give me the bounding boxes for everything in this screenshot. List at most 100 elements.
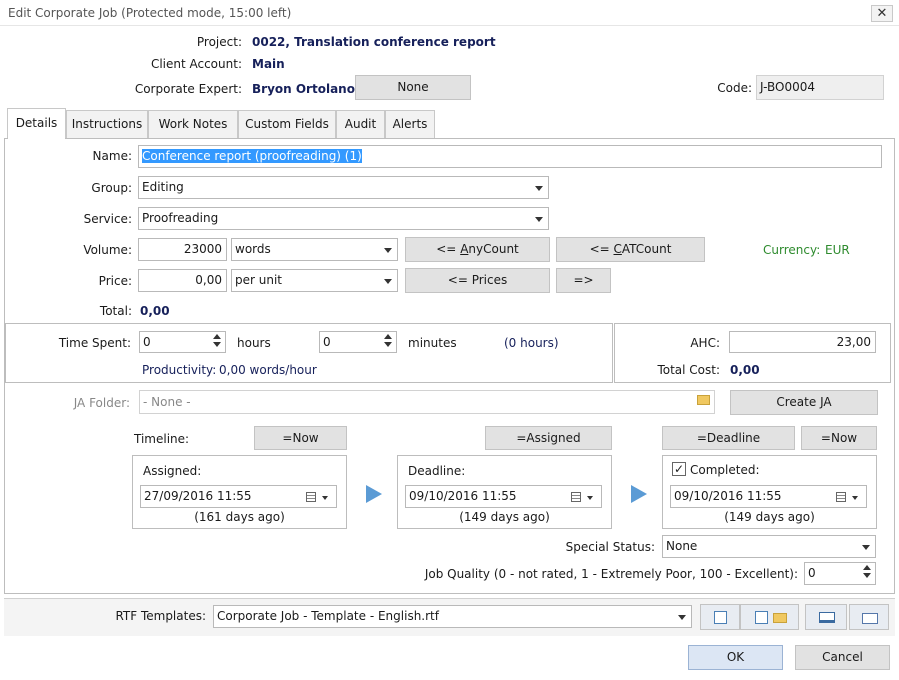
special-status-select[interactable]: None: [662, 535, 876, 558]
add-template-button[interactable]: [740, 604, 799, 630]
job-quality-label: Job Quality (0 - not rated, 1 - Extremel…: [424, 567, 798, 581]
assigned-date-picker[interactable]: 27/09/2016 11:55: [140, 485, 337, 508]
time-spent-label: Time Spent:: [58, 336, 131, 350]
rtf-template-value: Corporate Job - Template - English.rtf: [217, 609, 439, 623]
chevron-down-icon: [535, 185, 543, 191]
group-select[interactable]: Editing: [138, 176, 549, 199]
completed-now-button[interactable]: =Now: [801, 426, 877, 450]
folder-icon[interactable]: [697, 395, 710, 405]
name-input-value: Conference report (proofreading) (1): [142, 149, 362, 163]
chevron-down-icon: [678, 614, 686, 620]
tab-work-notes[interactable]: Work Notes: [148, 110, 238, 138]
open-template-button[interactable]: [700, 604, 740, 630]
price-input[interactable]: 0,00: [138, 269, 227, 292]
special-status-value: None: [666, 539, 698, 553]
currency-value: EUR: [825, 243, 850, 257]
create-ja-button[interactable]: Create JA: [730, 390, 878, 415]
tab-custom-fields[interactable]: Custom Fields: [238, 110, 336, 138]
completed-date-picker[interactable]: 09/10/2016 11:55: [670, 485, 867, 508]
volume-label: Volume:: [83, 243, 132, 257]
deadline-date-value: 09/10/2016 11:55: [409, 489, 517, 503]
service-select[interactable]: Proofreading: [138, 207, 549, 230]
anycount-button[interactable]: <= AnyCount: [405, 237, 550, 262]
job-quality-spinner[interactable]: 0: [804, 562, 876, 585]
volume-input[interactable]: 23000: [138, 238, 227, 261]
client-account-value: Main: [252, 57, 285, 71]
completed-label: Completed:: [690, 463, 760, 477]
ahc-input[interactable]: 23,00: [729, 331, 876, 353]
group-label: Group:: [91, 181, 132, 195]
job-quality-value: 0: [808, 566, 816, 580]
minutes-spinner[interactable]: 0: [319, 331, 397, 353]
total-label: Total:: [99, 304, 132, 318]
project-value: 0022, Translation conference report: [252, 35, 496, 49]
checkmark-icon: ✓: [673, 462, 685, 476]
tab-details[interactable]: Details: [7, 108, 66, 139]
service-select-value: Proofreading: [142, 211, 219, 225]
assigned-date-value: 27/09/2016 11:55: [144, 489, 252, 503]
spinner-icon: [863, 565, 873, 578]
folder-icon: [773, 613, 787, 623]
calendar-icon: [836, 492, 846, 502]
tab-instructions[interactable]: Instructions: [66, 110, 148, 138]
hours-value: 0: [143, 335, 151, 349]
project-label: Project:: [196, 35, 242, 49]
rtf-template-select[interactable]: Corporate Job - Template - English.rtf: [213, 605, 692, 628]
assigned-label: Assigned:: [143, 464, 202, 478]
rtf-templates-label: RTF Templates:: [115, 609, 206, 623]
chevron-down-icon: [535, 216, 543, 222]
completed-set-deadline-button[interactable]: =Deadline: [662, 426, 795, 450]
tab-audit[interactable]: Audit: [336, 110, 385, 138]
corporate-expert-value: Bryon Ortolano: [252, 82, 355, 96]
volume-unit-value: words: [235, 242, 271, 256]
productivity-label: Productivity:: [142, 363, 217, 377]
hours-label: hours: [237, 336, 271, 350]
minutes-label: minutes: [408, 336, 457, 350]
completed-date-value: 09/10/2016 11:55: [674, 489, 782, 503]
price-unit-select[interactable]: per unit: [231, 269, 398, 292]
hours-total: (0 hours): [504, 336, 559, 350]
spinner-icon: [213, 334, 223, 347]
chevron-down-icon: [862, 544, 870, 550]
special-status-label: Special Status:: [565, 540, 655, 554]
print-button[interactable]: [805, 604, 847, 630]
window-title: Edit Corporate Job (Protected mode, 15:0…: [8, 6, 292, 20]
completed-checkbox[interactable]: ✓: [672, 462, 686, 476]
code-field: J-BO0004: [756, 75, 884, 100]
completed-ago: (149 days ago): [724, 510, 815, 524]
ja-folder-input[interactable]: - None -: [139, 390, 715, 414]
cancel-button[interactable]: Cancel: [795, 645, 890, 670]
title-bar: Edit Corporate Job (Protected mode, 15:0…: [0, 0, 899, 26]
ja-folder-value: - None -: [143, 395, 191, 409]
currency-label: Currency:: [763, 243, 821, 257]
envelope-icon: [862, 613, 878, 624]
name-input[interactable]: Conference report (proofreading) (1): [138, 145, 882, 168]
arrow-right-icon: [631, 485, 647, 503]
forward-price-button[interactable]: =>: [556, 268, 611, 293]
deadline-label: Deadline:: [408, 464, 466, 478]
code-label: Code:: [717, 81, 752, 95]
hours-spinner[interactable]: 0: [139, 331, 226, 353]
catcount-button[interactable]: <= CATCount: [556, 237, 705, 262]
email-button[interactable]: [849, 604, 889, 630]
expert-none-button[interactable]: None: [355, 75, 471, 100]
total-cost-label: Total Cost:: [657, 363, 720, 377]
deadline-set-assigned-button[interactable]: =Assigned: [485, 426, 612, 450]
calendar-icon: [571, 492, 581, 502]
document-add-icon: [755, 611, 768, 624]
close-button[interactable]: ✕: [871, 5, 893, 22]
tab-alerts[interactable]: Alerts: [385, 110, 435, 138]
name-label: Name:: [92, 149, 132, 163]
productivity-value: 0,00 words/hour: [219, 363, 317, 377]
assigned-ago: (161 days ago): [194, 510, 285, 524]
assigned-now-button[interactable]: =Now: [254, 426, 347, 450]
price-unit-value: per unit: [235, 273, 282, 287]
volume-unit-select[interactable]: words: [231, 238, 398, 261]
printer-icon: [819, 612, 835, 623]
timeline-label: Timeline:: [134, 432, 190, 446]
deadline-date-picker[interactable]: 09/10/2016 11:55: [405, 485, 602, 508]
client-account-label: Client Account:: [150, 57, 242, 71]
spinner-icon: [384, 334, 394, 347]
prices-button[interactable]: <= Prices: [405, 268, 550, 293]
ok-button[interactable]: OK: [688, 645, 783, 670]
